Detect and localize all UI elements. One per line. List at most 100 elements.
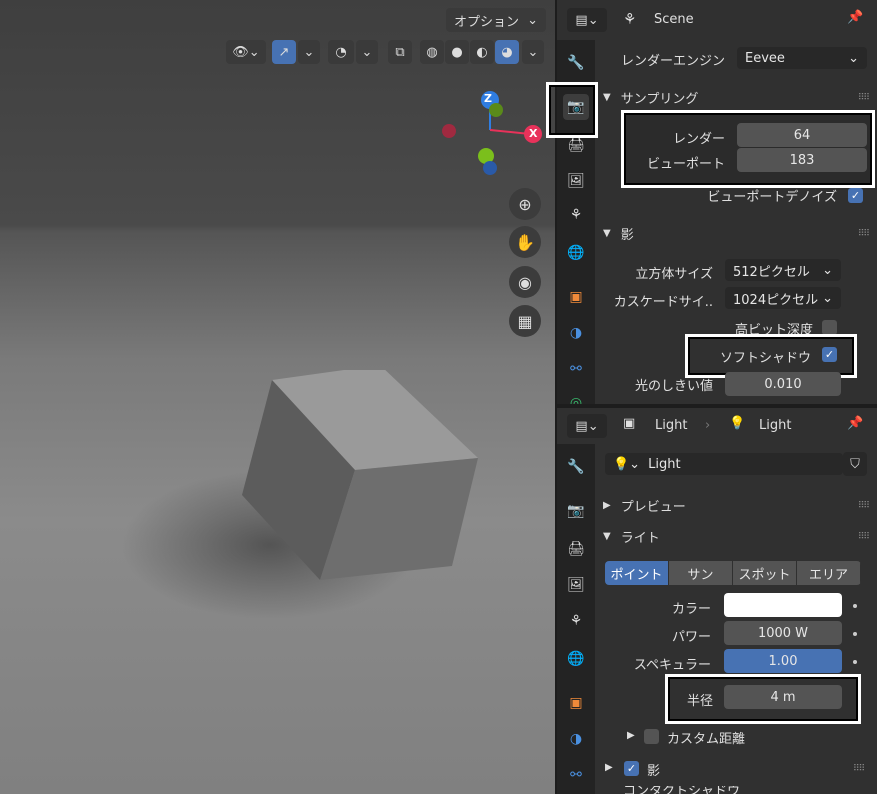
render-engine-label: レンダーエンジン (620, 54, 725, 69)
object-icon[interactable]: ▣ (563, 690, 589, 716)
sampling-section-header[interactable]: ▼ サンプリング ⠿⠿ (603, 88, 870, 107)
custom-distance-checkbox[interactable] (644, 729, 659, 744)
chevron-down-icon[interactable]: ⌄ (356, 40, 378, 64)
render-engine-dropdown[interactable]: Eevee ⌄ (737, 47, 867, 69)
visibility-icon[interactable]: 👁⌄ (226, 40, 266, 64)
fake-user-shield-icon[interactable]: ⛉ (843, 452, 867, 476)
scene-tab-icon[interactable]: ⚘ (563, 608, 589, 634)
power-field[interactable]: 1000 W (724, 621, 842, 645)
overlay-icon[interactable]: ◔ (328, 40, 354, 64)
expand-icon: ▼ (603, 531, 611, 542)
grid-icon[interactable]: ▦ (509, 305, 541, 337)
cube-size-dropdown[interactable]: 512ピクセル ⌄ (725, 259, 841, 281)
preview-section-header[interactable]: ▶ プレビュー ⠿⠿ (603, 496, 870, 515)
light-type-sun[interactable]: サン (669, 561, 733, 585)
camera-icon[interactable]: ◉ (509, 266, 541, 298)
light-bulb-icon: 💡⌄ (613, 456, 641, 472)
physics-icon[interactable]: ◑ (563, 726, 589, 752)
render-tab-icon[interactable]: 📷 (563, 498, 589, 524)
light-data-name: Light (759, 418, 792, 433)
shadow-title: 影 (620, 228, 634, 243)
zoom-icon[interactable]: ⊕ (509, 188, 541, 220)
world-icon[interactable]: 🌐 (563, 240, 589, 266)
rendered-shading-icon[interactable]: ◕ (495, 40, 519, 64)
light-section-header[interactable]: ▼ ライト ⠿⠿ (603, 527, 870, 546)
3d-viewport[interactable]: オプション ⌄ 👁⌄ ↗ ⌄ ◔ ⌄ ⧉ ◍ ● ◐ ◕ ⌄ Z X ⊕ ✋ ◉ … (0, 0, 555, 794)
chevron-down-icon[interactable]: ⌄ (298, 40, 320, 64)
cube-size-value: 512ピクセル (733, 264, 810, 280)
grip-icon[interactable]: ⠿⠿ (853, 764, 865, 774)
expand-icon: ▼ (603, 228, 611, 239)
light-object-name: Light (655, 418, 688, 433)
tool-icon[interactable]: 🔧 (563, 50, 589, 76)
specular-slider[interactable]: 1.00 (724, 649, 842, 673)
chevron-down-icon: ⌄ (822, 262, 833, 278)
cascade-size-label: カスケードサイ.. (613, 295, 713, 310)
grip-icon[interactable]: ⠿⠿ (858, 532, 870, 542)
output-icon[interactable]: 🖨 (563, 536, 589, 562)
hand-icon[interactable]: ✋ (509, 226, 541, 258)
editor-type-icon[interactable]: ▤⌄ (567, 414, 607, 438)
object-icon: ▣ (623, 416, 636, 431)
light-properties-panel: ▤⌄ ▣ Light › 💡 Light 📌 🔧 📷 🖨 🖼 ⚘ 🌐 ▣ ◑ ⚯… (557, 408, 877, 794)
constraint-icon[interactable]: ⚯ (563, 356, 589, 382)
chevron-down-icon[interactable]: ⌄ (522, 40, 544, 64)
tool-icon[interactable]: 🔧 (563, 454, 589, 480)
grip-icon[interactable]: ⠿⠿ (858, 229, 870, 239)
solid-shading-icon[interactable]: ● (445, 40, 469, 64)
x-axis-label: X (529, 127, 538, 140)
color-swatch[interactable] (724, 593, 842, 617)
light-shadow-checkbox[interactable]: ✓ (624, 761, 639, 776)
light-properties-tabs: 🔧 📷 🖨 🖼 ⚘ 🌐 ▣ ◑ ⚯ (557, 444, 595, 794)
editor-type-icon[interactable]: ▤⌄ (567, 8, 607, 32)
partial-bottom-label: コンタクトシャドウ (623, 786, 741, 794)
pin-icon[interactable]: 📌 (847, 10, 863, 25)
light-header: ▤⌄ ▣ Light › 💡 Light 📌 (557, 408, 877, 444)
cascade-size-dropdown[interactable]: 1024ピクセル ⌄ (725, 287, 841, 309)
light-type-spot[interactable]: スポット (733, 561, 797, 585)
light-name-value: Light (648, 456, 681, 472)
high-bit-checkbox[interactable] (822, 320, 837, 335)
viewport-denoise-label: ビューポートデノイズ (707, 190, 837, 205)
z-axis-label: Z (484, 92, 492, 105)
grip-icon[interactable]: ⠿⠿ (858, 93, 870, 103)
grip-icon[interactable]: ⠿⠿ (858, 501, 870, 511)
keyframe-dot-icon[interactable] (853, 660, 857, 664)
radius-highlight (665, 674, 861, 724)
world-icon[interactable]: 🌐 (563, 646, 589, 672)
scene-title: Scene (654, 12, 694, 27)
view-layer-icon[interactable]: 🖼 (563, 168, 589, 194)
specular-label: スペキュラー (633, 658, 711, 673)
chevron-down-icon: ⌄ (822, 290, 833, 306)
light-name-field[interactable]: 💡⌄ Light (605, 453, 843, 475)
shadow-section-header[interactable]: ▼ 影 ⠿⠿ (603, 224, 870, 243)
scene-icon: ⚘ (623, 10, 637, 28)
wireframe-shading-icon[interactable]: ◍ (420, 40, 444, 64)
collapse-icon: ▶ (627, 730, 635, 741)
scene-tab-icon[interactable]: ⚘ (563, 202, 589, 228)
material-shading-icon[interactable]: ◐ (470, 40, 494, 64)
specular-value: 1.00 (768, 653, 798, 669)
pin-icon[interactable]: 📌 (847, 416, 863, 431)
color-label: カラー (671, 602, 711, 617)
expand-icon: ▼ (603, 92, 611, 103)
xray-icon[interactable]: ⧉ (388, 40, 412, 64)
keyframe-dot-icon[interactable] (853, 632, 857, 636)
render-tab-highlight (546, 82, 598, 138)
power-label: パワー (671, 630, 711, 645)
custom-distance-label: カスタム距離 (667, 732, 746, 747)
options-dropdown[interactable]: オプション ⌄ (446, 8, 546, 32)
light-threshold-field[interactable]: 0.010 (725, 372, 841, 396)
viewport-denoise-checkbox[interactable]: ✓ (848, 188, 863, 203)
object-icon[interactable]: ▣ (563, 284, 589, 310)
physics-icon[interactable]: ◑ (563, 320, 589, 346)
cube-object[interactable] (230, 370, 490, 590)
constraint-icon[interactable]: ⚯ (563, 762, 589, 788)
light-type-point[interactable]: ポイント (605, 561, 669, 585)
preview-title: プレビュー (620, 500, 686, 515)
gizmo-toggle-icon[interactable]: ↗ (272, 40, 296, 64)
power-value: 1000 W (757, 625, 809, 641)
keyframe-dot-icon[interactable] (853, 604, 857, 608)
view-layer-icon[interactable]: 🖼 (563, 572, 589, 598)
light-type-area[interactable]: エリア (797, 561, 861, 585)
